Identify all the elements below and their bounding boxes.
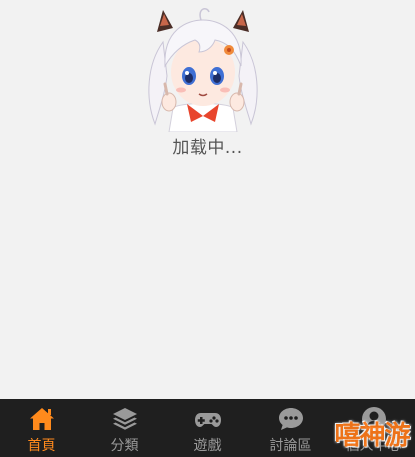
loading-area: 加载中... [0, 0, 415, 160]
tab-home[interactable]: 首頁 [0, 399, 83, 457]
tab-label: 討論區 [269, 438, 312, 454]
tab-forum[interactable]: 討論區 [249, 399, 332, 457]
gamepad-icon [194, 405, 222, 433]
home-icon [28, 405, 56, 433]
app-page: 加载中... 首頁 分類 遊戲 討論區 個人中心 嘻神游 [0, 0, 415, 457]
loading-text: 加载中... [172, 138, 243, 158]
chat-bubble-icon [277, 405, 305, 433]
tab-label: 首頁 [27, 438, 56, 454]
layers-icon [111, 405, 139, 433]
tab-label: 遊戲 [193, 438, 222, 454]
tab-category[interactable]: 分類 [83, 399, 166, 457]
watermark-text: 嘻神游 [334, 420, 410, 451]
loading-mascot-illustration [143, 6, 263, 133]
watermark-logo: 嘻神游 [334, 413, 410, 453]
tab-label: 分類 [110, 438, 139, 454]
tab-games[interactable]: 遊戲 [166, 399, 249, 457]
